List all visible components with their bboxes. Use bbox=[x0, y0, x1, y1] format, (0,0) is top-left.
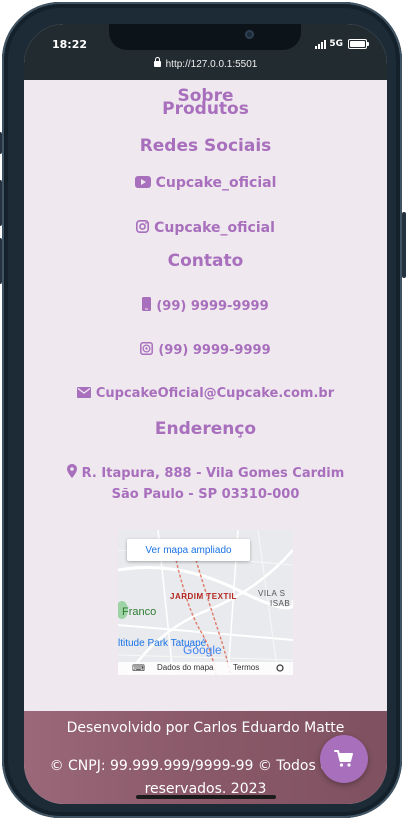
youtube-handle: Cupcake_oficial bbox=[155, 175, 277, 191]
signal-icon bbox=[315, 39, 327, 49]
phone-number: (99) 9999-9999 bbox=[156, 299, 269, 314]
url-text: http://127.0.0.1:5501 bbox=[165, 59, 258, 70]
volume-up-button bbox=[0, 180, 2, 226]
map-label-jardim-textil: JARDIM TEXTIL bbox=[170, 592, 237, 601]
status-bar: 18:22 5G http://127.0.0.1:5501 bbox=[24, 24, 387, 80]
map-label-vila: VILA S bbox=[258, 589, 286, 598]
cart-button[interactable] bbox=[320, 735, 368, 783]
instagram-handle: Cupcake_oficial bbox=[154, 220, 275, 236]
front-camera bbox=[245, 30, 254, 39]
power-button bbox=[402, 212, 406, 278]
map-pin-icon bbox=[66, 464, 77, 478]
silent-switch bbox=[0, 132, 2, 154]
network-type: 5G bbox=[329, 39, 343, 49]
volume-down-button bbox=[0, 238, 2, 284]
phone-contact[interactable]: (99) 9999-9999 bbox=[24, 297, 387, 314]
envelope-icon bbox=[76, 387, 91, 398]
address-bar[interactable]: http://127.0.0.1:5501 bbox=[24, 57, 387, 70]
address-heading: Enderenço bbox=[154, 419, 257, 439]
address-street: R. Itapura, 888 - Vila Gomes Cardim bbox=[81, 466, 345, 481]
instagram-icon bbox=[136, 220, 150, 233]
map-label-isab: ISAB bbox=[270, 599, 291, 608]
address-line-2: São Paulo - SP 03310-000 bbox=[111, 487, 300, 502]
page-content: Sobre Produtos Redes Sociais Cupcake_ofi… bbox=[24, 24, 387, 804]
youtube-icon bbox=[134, 176, 151, 188]
notch bbox=[109, 24, 301, 50]
terms-link[interactable]: Termos bbox=[233, 663, 259, 672]
screen: Sobre Produtos Redes Sociais Cupcake_ofi… bbox=[24, 24, 387, 804]
developed-by-text: Desenvolvido por Carlos Eduardo Matte bbox=[66, 720, 345, 736]
social-heading: Redes Sociais bbox=[139, 136, 272, 156]
mobile-phone-icon bbox=[142, 297, 152, 311]
home-indicator[interactable] bbox=[136, 795, 276, 799]
embedded-map[interactable]: Ver mapa ampliado JARDIM TEXTIL VILA S I… bbox=[118, 530, 293, 675]
instagram-link[interactable]: Cupcake_oficial bbox=[24, 220, 387, 236]
whatsapp-icon bbox=[140, 342, 154, 355]
youtube-link[interactable]: Cupcake_oficial bbox=[24, 175, 387, 191]
email-address: CupcakeOficial@Cupcake.com.br bbox=[95, 386, 335, 401]
email-contact[interactable]: CupcakeOficial@Cupcake.com.br bbox=[24, 386, 387, 401]
address-line-1: R. Itapura, 888 - Vila Gomes Cardim bbox=[24, 464, 387, 481]
report-map-icon[interactable] bbox=[276, 664, 284, 672]
google-logo: Google bbox=[183, 643, 222, 657]
whatsapp-number: (99) 9999-9999 bbox=[158, 343, 271, 358]
view-larger-map-button[interactable]: Ver mapa ampliado bbox=[127, 539, 250, 561]
map-attribution-bar: ⌨ Dados do mapa Termos bbox=[118, 662, 293, 675]
map-label-franco: Franco bbox=[122, 606, 157, 618]
phone-frame: Sobre Produtos Redes Sociais Cupcake_ofi… bbox=[0, 2, 406, 818]
lock-icon bbox=[153, 57, 161, 67]
clock: 18:22 bbox=[52, 38, 88, 51]
status-indicators: 5G bbox=[315, 39, 369, 49]
battery-icon bbox=[348, 39, 369, 49]
products-link[interactable]: Produtos bbox=[24, 99, 387, 119]
map-data-link[interactable]: Dados do mapa bbox=[157, 663, 213, 672]
cart-icon bbox=[334, 750, 353, 767]
contact-heading: Contato bbox=[167, 251, 244, 271]
whatsapp-contact[interactable]: (99) 9999-9999 bbox=[24, 342, 387, 358]
keyboard-shortcuts-icon[interactable]: ⌨ bbox=[132, 663, 145, 674]
